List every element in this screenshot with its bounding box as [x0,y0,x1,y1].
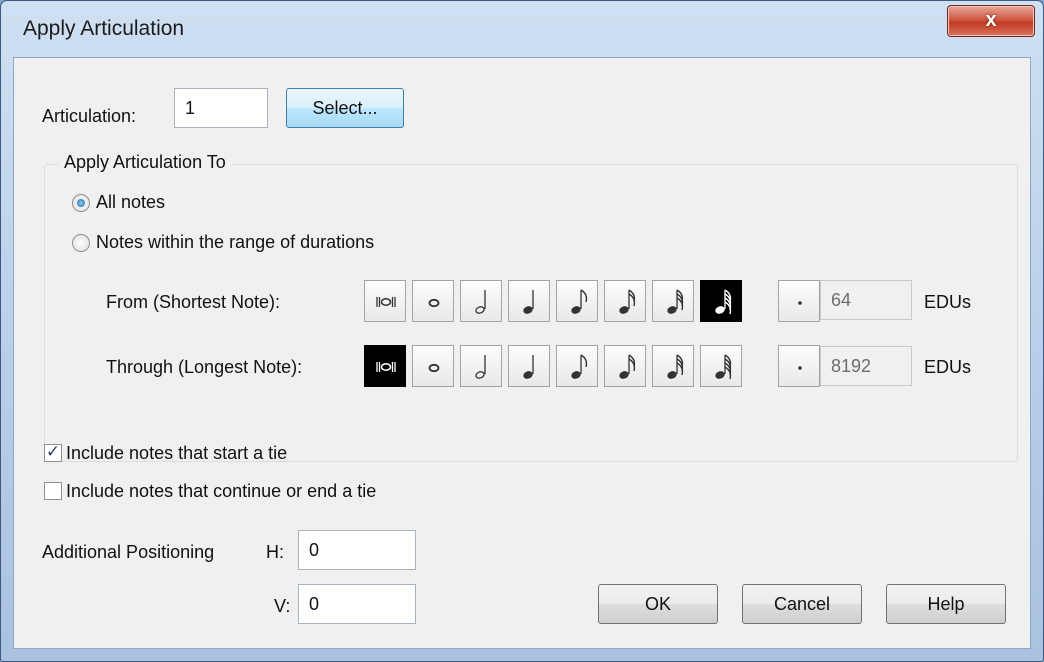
all-notes-radio[interactable] [72,194,90,212]
continue-tie-checkbox[interactable] [44,482,62,500]
h-label: H: [266,542,284,562]
sixteenth-note-icon [619,354,636,379]
h-input[interactable]: 0 [298,530,416,570]
group-title: Apply Articulation To [58,152,232,173]
through-whole-note-button[interactable] [412,345,454,387]
dialog-body: Articulation: 1 Select... Apply Articula… [13,57,1031,649]
start-tie-label[interactable]: Include notes that start a tie [66,443,287,464]
ok-button[interactable]: OK [598,584,718,624]
articulation-label: Articulation: [42,106,137,126]
quarter-note-icon [523,290,534,314]
v-label: V: [274,596,291,616]
through-edus-unit: EDUs [924,357,972,377]
from-thirty-second-note-button[interactable] [652,280,694,322]
from-quarter-note-button[interactable] [508,280,550,322]
dot-icon [798,366,802,370]
dialog-title: Apply Articulation [23,17,185,40]
v-input[interactable]: 0 [298,584,416,624]
range-radio[interactable] [72,234,90,252]
from-double-whole-note-button[interactable] [364,280,406,322]
select-button[interactable]: Select... [286,88,404,128]
from-sixteenth-note-button[interactable] [604,280,646,322]
double-whole-note-icon [376,297,396,307]
additional-positioning-label: Additional Positioning [42,542,215,562]
cancel-button[interactable]: Cancel [742,584,862,624]
dialog-window: Apply Articulation x Articulation: 1 Sel… [0,0,1044,662]
through-thirty-second-note-button[interactable] [652,345,694,387]
thirty-second-note-icon [667,289,684,314]
from-sixty-fourth-note-button[interactable] [700,280,742,322]
start-tie-checkbox[interactable]: ✓ [44,442,62,462]
whole-note-icon [428,298,440,308]
through-sixteenth-note-button[interactable] [604,345,646,387]
half-note-icon [475,290,486,314]
through-quarter-note-button[interactable] [508,345,550,387]
sixty-fourth-note-icon [715,354,732,380]
through-sixty-fourth-note-button[interactable] [700,345,742,387]
all-notes-label[interactable]: All notes [96,192,165,213]
whole-note-icon [428,363,440,373]
from-eighth-note-button[interactable] [556,280,598,322]
double-whole-note-icon [376,362,396,372]
sixty-fourth-note-icon [715,289,732,315]
quarter-note-icon [523,355,534,379]
dot-icon [798,301,802,305]
range-label[interactable]: Notes within the range of durations [96,232,374,253]
from-label: From (Shortest Note): [106,292,281,312]
through-eighth-note-button[interactable] [556,345,598,387]
continue-tie-label[interactable]: Include notes that continue or end a tie [66,481,376,502]
from-dot-button[interactable] [778,280,820,322]
articulation-input[interactable]: 1 [174,88,268,128]
through-edus-field[interactable]: 8192 [820,346,912,386]
through-label: Through (Longest Note): [106,357,303,377]
through-half-note-button[interactable] [460,345,502,387]
check-mark-icon: ✓ [45,442,61,461]
sixteenth-note-icon [619,289,636,314]
help-button[interactable]: Help [886,584,1006,624]
thirty-second-note-icon [667,354,684,379]
from-edus-field[interactable]: 64 [820,280,912,320]
title-bar[interactable]: Apply Articulation x [1,1,1043,59]
eighth-note-icon [571,289,588,314]
from-half-note-button[interactable] [460,280,502,322]
close-icon: x [985,9,997,31]
from-whole-note-button[interactable] [412,280,454,322]
through-double-whole-note-button[interactable] [364,345,406,387]
eighth-note-icon [571,354,588,379]
from-edus-unit: EDUs [924,292,972,312]
close-button[interactable]: x [947,5,1035,37]
through-dot-button[interactable] [778,345,820,387]
half-note-icon [475,355,486,379]
